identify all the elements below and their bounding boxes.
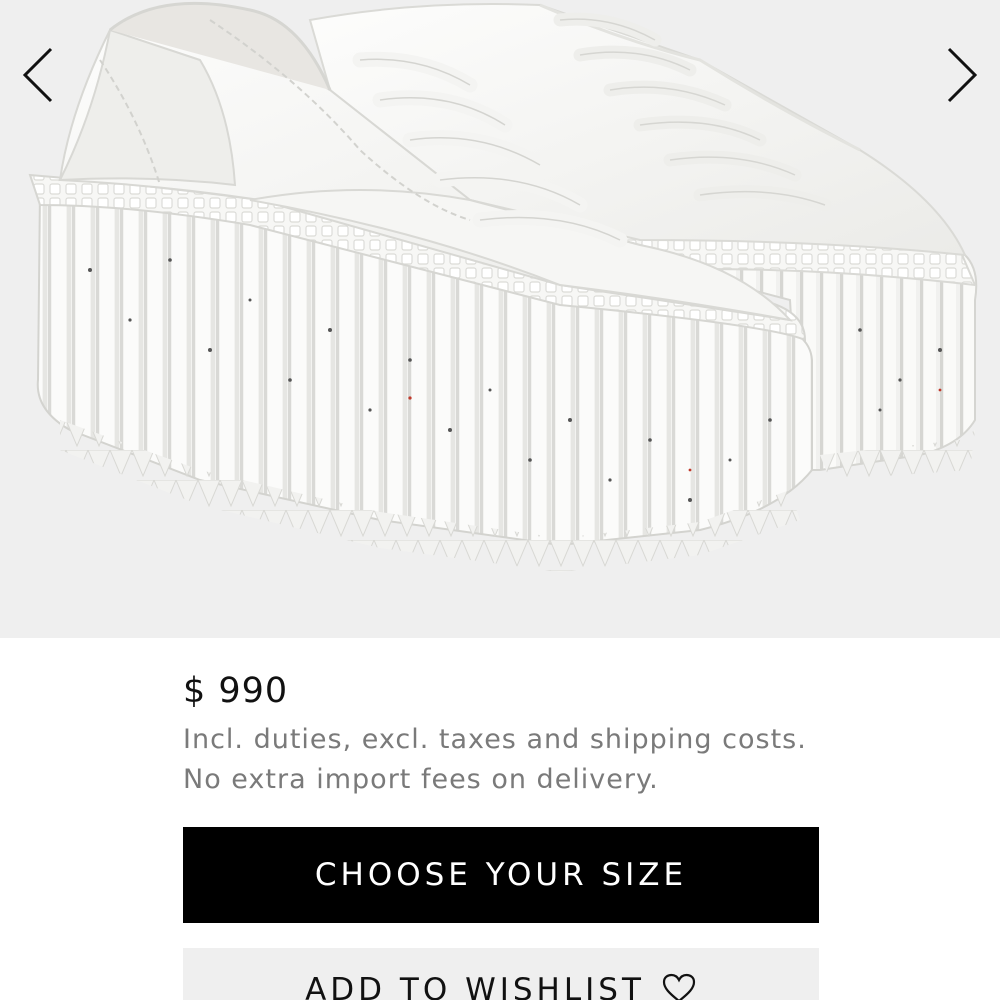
product-image [28, 1, 978, 572]
price-note-line-1: Incl. duties, excl. taxes and shipping c… [183, 724, 807, 755]
gallery-next-button[interactable] [932, 40, 992, 110]
price-note: Incl. duties, excl. taxes and shipping c… [183, 720, 883, 800]
price-note-line-2: No extra import fees on delivery. [183, 764, 659, 795]
choose-size-button[interactable]: CHOOSE YOUR SIZE [183, 827, 819, 923]
heart-icon [661, 972, 697, 1000]
chevron-left-icon [22, 47, 53, 103]
chevron-right-icon [947, 47, 978, 103]
choose-size-label: CHOOSE YOUR SIZE [314, 857, 688, 893]
gallery-prev-button[interactable] [8, 40, 68, 110]
product-price: $ 990 [183, 671, 289, 711]
product-page: $ 990 Incl. duties, excl. taxes and ship… [0, 0, 1000, 1000]
add-to-wishlist-button[interactable]: ADD TO WISHLIST [183, 948, 819, 1000]
product-gallery [0, 0, 1000, 638]
wishlist-label: ADD TO WISHLIST [305, 972, 645, 1000]
